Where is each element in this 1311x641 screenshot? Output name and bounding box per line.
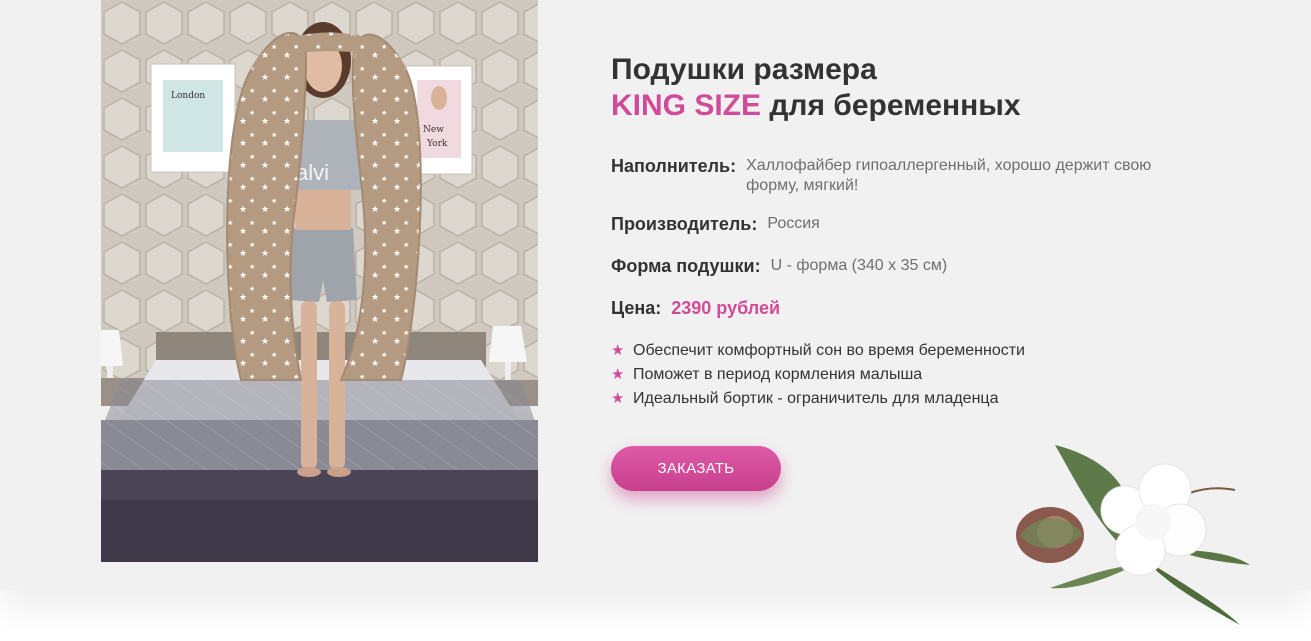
benefit-item: ★ Обеспечит комфортный сон во время берем… <box>611 339 1025 363</box>
page-title: Подушки размера KING SIZE для беременных <box>611 52 1211 124</box>
benefit-item: ★ Поможет в период кормления малыша <box>611 363 1025 387</box>
benefits-list: ★ Обеспечит комфортный сон во время берем… <box>611 339 1025 411</box>
spec-price-value: 2390 рублей <box>671 298 781 318</box>
title-accent: KING SIZE <box>611 89 762 122</box>
spec-filler: Наполнитель: Халлофайбер гипоаллергенный… <box>611 155 1176 196</box>
poster-right-text-1: New <box>423 125 444 135</box>
title-line-1: Подушки размера <box>611 53 877 86</box>
star-icon: ★ <box>611 342 625 359</box>
star-icon: ★ <box>611 390 625 407</box>
spec-maker-label: Производитель: <box>611 214 758 234</box>
product-info: Подушки размера KING SIZE для беременных… <box>611 52 1211 491</box>
product-section: ★ ★ London New York <box>0 0 1311 625</box>
spec-shape-value: U - форма (340 х 35 см) <box>770 257 948 274</box>
order-button[interactable]: ЗАКАЗАТЬ <box>611 446 781 491</box>
spec-filler-label: Наполнитель: <box>611 156 737 176</box>
benefit-text: Поможет в период кормления малыша <box>633 366 923 383</box>
star-icon: ★ <box>611 366 625 383</box>
spec-maker: Производитель: Россия <box>611 213 820 235</box>
title-line-2: для беременных <box>761 89 1021 122</box>
product-photo: ★ ★ London New York <box>101 0 538 562</box>
benefit-text: Обеспечит комфортный сон во время береме… <box>633 342 1025 359</box>
spec-price-label: Цена: <box>611 298 662 318</box>
benefit-text: Идеальный бортик - ограничитель для млад… <box>633 390 999 407</box>
wall-poster-left: London <box>150 63 236 173</box>
spec-price: Цена: 2390 рублей <box>611 297 780 319</box>
cotton-flower-decoration <box>1016 445 1250 625</box>
spec-shape: Форма подушки: U - форма (340 х 35 см) <box>611 255 947 277</box>
poster-right-text-2: York <box>426 139 448 149</box>
spec-maker-value: Россия <box>767 215 820 232</box>
spec-shape-label: Форма подушки: <box>611 256 761 276</box>
poster-left-text: London <box>171 91 205 101</box>
benefit-item: ★ Идеальный бортик - ограничитель для мла… <box>611 387 1025 411</box>
spec-filler-value: Халлофайбер гипоаллергенный, хорошо держ… <box>746 157 1152 194</box>
